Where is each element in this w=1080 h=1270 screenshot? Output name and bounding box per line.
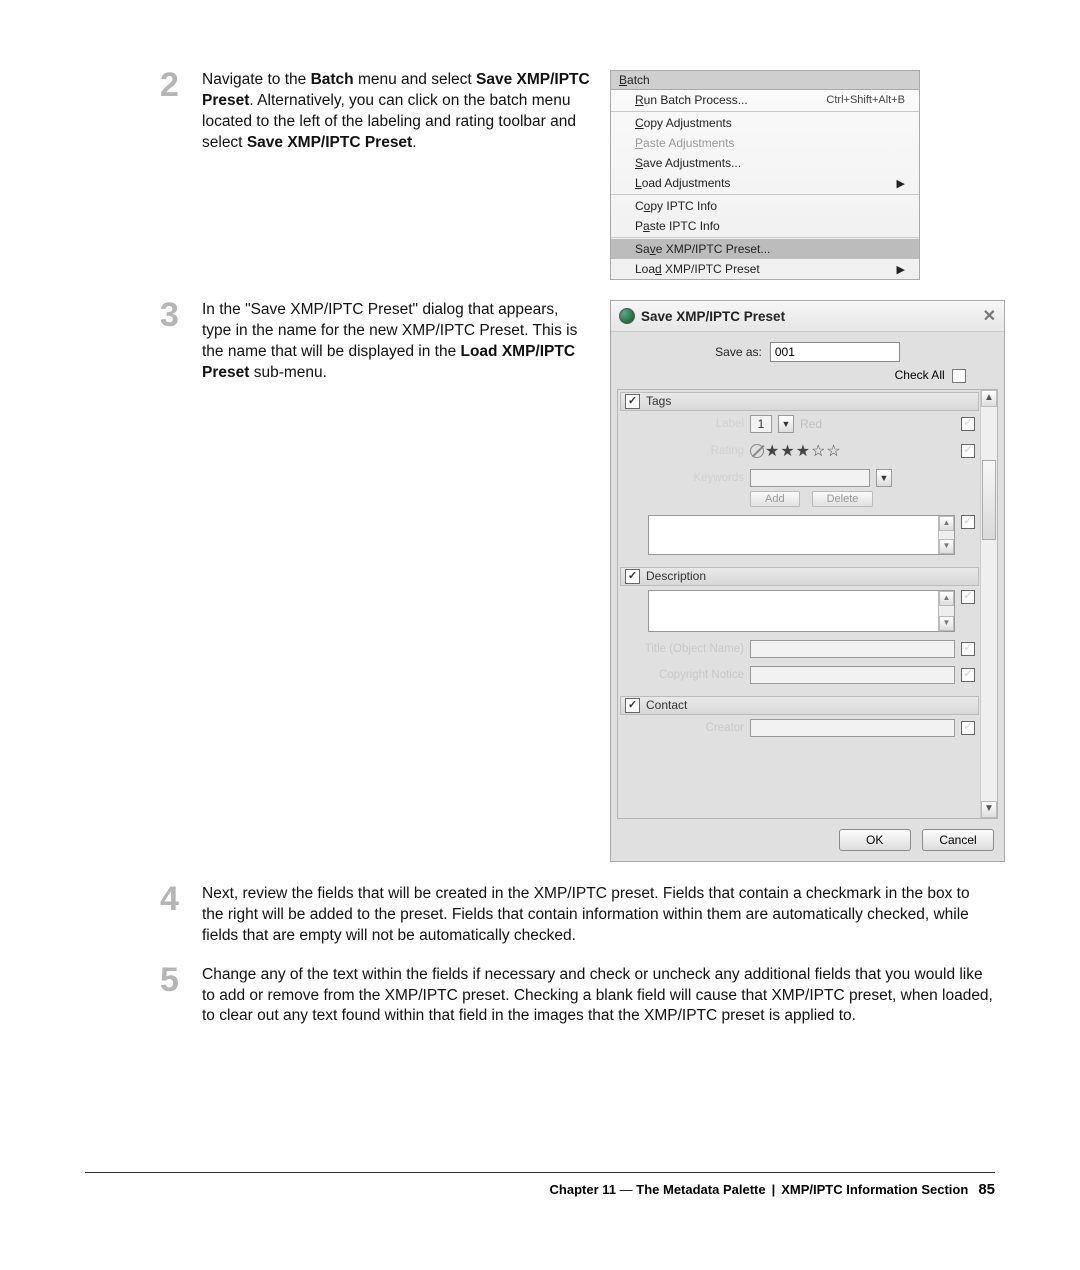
dialog-scrollbar[interactable]: ▲ ▼ [980, 390, 997, 818]
scroll-down-icon[interactable]: ▼ [939, 616, 954, 631]
step2-number: 2 [160, 70, 202, 154]
page-footer: Chapter 11 — The Metadata Palette|XMP/IP… [85, 1172, 995, 1198]
rating-control[interactable]: ★ ★ ★ ☆ ☆ [750, 441, 841, 461]
scroll-up-icon[interactable]: ▲ [981, 390, 997, 407]
check-all-checkbox[interactable] [952, 369, 966, 383]
save-xmp-iptc-dialog: Save XMP/IPTC Preset ✕ Save as: Check Al… [610, 300, 1005, 862]
batch-menu: Batch Run Batch Process... Ctrl+Shift+Al… [610, 70, 920, 280]
star-empty-icon[interactable]: ☆ [826, 441, 840, 461]
star-icon[interactable]: ★ [765, 441, 779, 461]
step3-text: In the "Save XMP/IPTC Preset" dialog tha… [202, 300, 590, 384]
tags-checkbox[interactable]: ✓ [625, 394, 640, 409]
star-empty-icon[interactable]: ☆ [811, 441, 825, 461]
close-icon[interactable]: ✕ [983, 306, 996, 326]
chevron-down-icon[interactable]: ▼ [876, 469, 892, 487]
save-as-input[interactable] [770, 342, 900, 362]
rating-include-checkbox[interactable]: ✓ [961, 444, 975, 458]
menu-copy-iptc[interactable]: Copy IPTC Info [611, 196, 919, 216]
scroll-thumb[interactable] [982, 460, 996, 540]
star-icon[interactable]: ★ [796, 441, 810, 461]
check-all-label: Check All [895, 368, 945, 382]
title-object-label: Title (Object Name) [624, 643, 744, 655]
submenu-arrow-icon: ▶ [897, 177, 905, 190]
menu-copy-adjustments[interactable]: Copy Adjustments [611, 113, 919, 133]
textarea-scrollbar[interactable]: ▲ ▼ [938, 591, 954, 631]
label-field-label: Label [624, 418, 744, 430]
copyright-label: Copyright Notice [624, 669, 744, 681]
step5-text: Change any of the text within the fields… [202, 965, 995, 1028]
title-include-checkbox[interactable]: ✓ [961, 642, 975, 656]
save-as-label: Save as: [715, 345, 762, 359]
menu-paste-iptc[interactable]: Paste IPTC Info [611, 216, 919, 236]
section-description[interactable]: ✓ Description [620, 567, 979, 586]
scroll-up-icon[interactable]: ▲ [939, 516, 954, 531]
label-color: Red [800, 417, 822, 431]
section-tags[interactable]: ✓ Tags [620, 392, 979, 411]
star-icon[interactable]: ★ [780, 441, 794, 461]
creator-input[interactable] [750, 719, 955, 737]
title-object-input[interactable] [750, 640, 955, 658]
scroll-down-icon[interactable]: ▼ [939, 539, 954, 554]
menu-paste-adjustments: Paste Adjustments [611, 133, 919, 153]
creator-include-checkbox[interactable]: ✓ [961, 721, 975, 735]
description-include-checkbox[interactable]: ✓ [961, 590, 975, 604]
step2-text: Navigate to the Batch menu and select Sa… [202, 70, 590, 154]
menu-shortcut: Ctrl+Shift+Alt+B [826, 94, 905, 106]
no-rating-icon[interactable] [750, 444, 764, 458]
batch-menu-title: Batch [611, 71, 919, 90]
submenu-arrow-icon: ▶ [897, 263, 905, 276]
menu-save-xmp-iptc[interactable]: Save XMP/IPTC Preset... [611, 239, 919, 259]
copyright-input[interactable] [750, 666, 955, 684]
step4-number: 4 [160, 884, 202, 947]
dialog-title: Save XMP/IPTC Preset [641, 309, 785, 324]
section-contact[interactable]: ✓ Contact [620, 696, 979, 715]
step5-number: 5 [160, 965, 202, 1028]
cancel-button[interactable]: Cancel [922, 829, 994, 851]
step4-text: Next, review the fields that will be cre… [202, 884, 995, 947]
rating-label: Rating [624, 445, 744, 457]
description-textarea[interactable]: ▲ ▼ [648, 590, 955, 632]
keywords-include-checkbox[interactable]: ✓ [961, 515, 975, 529]
keywords-label: Keywords [624, 472, 744, 484]
label-number[interactable]: 1 [750, 415, 772, 433]
menu-run-batch[interactable]: Run Batch Process... Ctrl+Shift+Alt+B [611, 90, 919, 110]
scroll-up-icon[interactable]: ▲ [939, 591, 954, 606]
textarea-scrollbar[interactable]: ▲ ▼ [938, 516, 954, 554]
keywords-textarea[interactable]: ▲ ▼ [648, 515, 955, 555]
copyright-include-checkbox[interactable]: ✓ [961, 668, 975, 682]
menu-load-adjustments[interactable]: Load Adjustments ▶ [611, 173, 919, 193]
creator-label: Creator [624, 722, 744, 734]
scroll-down-icon[interactable]: ▼ [981, 801, 997, 818]
chevron-down-icon[interactable]: ▼ [778, 415, 794, 433]
menu-save-adjustments[interactable]: Save Adjustments... [611, 153, 919, 173]
ok-button[interactable]: OK [839, 829, 911, 851]
description-checkbox[interactable]: ✓ [625, 569, 640, 584]
label-include-checkbox[interactable]: ✓ [961, 417, 975, 431]
app-icon [619, 308, 635, 324]
step3-number: 3 [160, 300, 202, 384]
menu-load-xmp-iptc[interactable]: Load XMP/IPTC Preset ▶ [611, 259, 919, 279]
keywords-input[interactable] [750, 469, 870, 487]
keywords-add-button[interactable]: Add [750, 491, 800, 507]
fields-scroll-area: ✓ Tags Label 1 ▼ Red ✓ Rating [617, 389, 998, 819]
contact-checkbox[interactable]: ✓ [625, 698, 640, 713]
keywords-delete-button[interactable]: Delete [812, 491, 874, 507]
